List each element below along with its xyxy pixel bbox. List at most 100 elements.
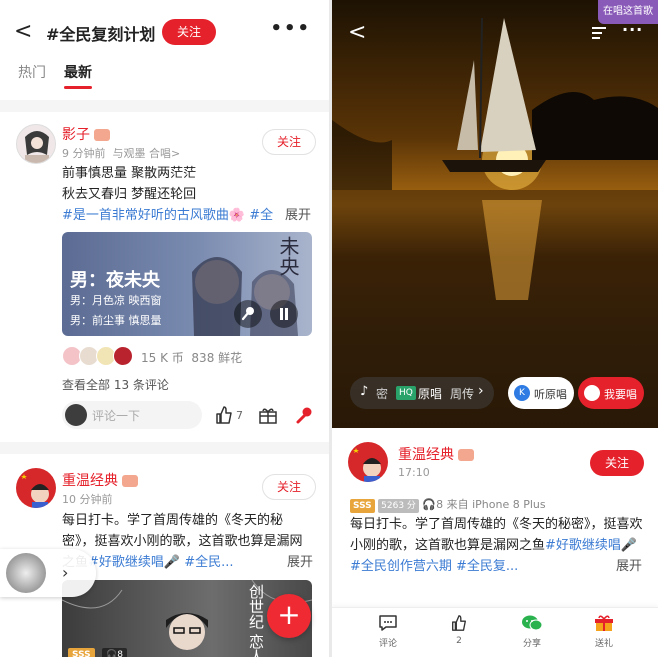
card-art-text: 未央 [276, 236, 300, 276]
avatar[interactable] [348, 442, 388, 482]
video-player[interactable]: < 在唱这首歌 ··· ♪ 密 HQ 原唱 周传 › K 听原唱 我要唱 [332, 0, 658, 428]
card-lyric: 男：月色凉 映西窗 [70, 294, 162, 307]
post-text: 每日打卡。学了首周传雄的《冬天的秘密》，挺喜欢小刚的歌，这首歌也算是漏网之鱼#好… [350, 517, 643, 574]
post-text: 每日打卡。学了首周传雄的《冬天的秘密》，挺喜欢小刚的歌，这首歌也算是漏网之鱼#好… [62, 513, 303, 570]
like-tab[interactable]: 2 [439, 614, 479, 646]
post-tags: #是一首非常好听的古风歌曲🌸 #全 [62, 205, 317, 226]
share-label: 分享 [522, 639, 541, 649]
singer-name: 周传 [450, 387, 475, 401]
comment-placeholder: 评论一下 [92, 409, 141, 423]
feed-header: < #全民复刻计划 关注 ••• [0, 0, 329, 62]
tab-hot[interactable]: 热门 [18, 62, 46, 82]
feed-panel: < #全民复刻计划 关注 ••• 热门 最新 影子 9 分钟前 与观墨 合唱> … [0, 0, 329, 657]
create-post-button[interactable]: + [267, 594, 311, 638]
feed-post: 影子 9 分钟前 与观墨 合唱> 关注 前事慎思量 聚散两茫茫 秋去又春归 梦醒… [0, 112, 329, 442]
post-detail: 重温经典 17:10 关注 SSS 5263 分 🎧8 来自 iPhone 8 … [332, 428, 658, 611]
comment-tab[interactable]: 评论 [368, 614, 408, 649]
hashtag-link[interactable]: #好歌继续唱🎤 #全民... [88, 555, 234, 570]
listen-original-button[interactable]: K 听原唱 [508, 377, 574, 409]
more-icon[interactable]: ··· [622, 20, 643, 39]
avatar[interactable] [16, 468, 56, 508]
mini-player[interactable]: › [0, 549, 96, 597]
follow-button[interactable]: 关注 [262, 474, 316, 500]
duet-link[interactable]: 与观墨 合唱> [113, 147, 181, 160]
sing-button[interactable]: 我要唱 [578, 377, 644, 409]
score-badge: SSS [68, 648, 95, 657]
pause-icon[interactable] [270, 300, 298, 328]
chevron-right-icon[interactable]: › [62, 563, 68, 582]
listen-original-label: 听原唱 [534, 388, 567, 401]
gift-icon[interactable] [258, 405, 278, 429]
hq-badge: HQ [396, 386, 416, 400]
headphones-icon: 🎧 [422, 498, 437, 511]
tab-latest[interactable]: 最新 [64, 62, 92, 82]
vip-badge-icon [94, 129, 110, 141]
page-title: #全民复刻计划 [46, 25, 156, 44]
like-button[interactable]: 7 [214, 405, 243, 429]
more-icon[interactable]: ••• [270, 18, 311, 39]
avatar [65, 404, 87, 426]
gift-icon [595, 615, 613, 631]
thumbs-up-icon [216, 406, 232, 424]
avatar[interactable] [16, 124, 56, 164]
follow-button[interactable]: 关注 [262, 129, 316, 155]
hashtag-link[interactable]: #好歌继续唱 [545, 538, 621, 553]
username[interactable]: 重温经典 [398, 444, 474, 464]
divider [0, 100, 329, 112]
vip-badge-icon [458, 449, 474, 461]
mic-icon[interactable] [234, 300, 262, 328]
comment-icon [379, 615, 397, 631]
expand-link[interactable]: 展开 [614, 556, 643, 577]
back-button[interactable]: < [348, 20, 366, 45]
follow-topic-button[interactable]: 关注 [162, 19, 216, 45]
gift-tab[interactable]: 送礼 [584, 614, 624, 649]
post-time: 10 分钟前 [62, 493, 113, 506]
expand-link[interactable]: 展开 [285, 205, 312, 226]
album-cover [6, 553, 46, 593]
like-count: 7 [236, 409, 243, 422]
sing-icon [584, 385, 600, 401]
share-tab[interactable]: 分享 [512, 614, 552, 649]
comment-input[interactable]: 评论一下 [62, 401, 202, 429]
song-name: 密 [376, 387, 389, 401]
song-info-chip[interactable]: ♪ 密 HQ 原唱 周传 › [350, 377, 494, 409]
chevron-right-icon: › [478, 383, 484, 399]
post-meta: 9 分钟前 与观墨 合唱> [62, 147, 181, 160]
comment-label: 评论 [378, 639, 397, 649]
post-text-line: 前事慎思量 聚散两茫茫 [62, 166, 197, 181]
sing-icon[interactable] [294, 405, 314, 429]
card-art-text: 创世纪 恋人 [247, 584, 265, 657]
thumbs-up-icon [452, 615, 466, 631]
score-value: 5263 分 [378, 499, 419, 513]
playlist-icon[interactable] [592, 25, 610, 44]
music-note-icon: ♪ [360, 384, 369, 399]
card-title: 男：夜未央 [70, 270, 160, 291]
gifter-avatars[interactable] [62, 346, 138, 368]
view-comments-link[interactable]: 查看全部 13 条评论 [62, 376, 169, 393]
post-time: 17:10 [398, 466, 430, 479]
gift-stats: 15 K 币 838 鲜花 [141, 351, 243, 365]
hashtag-link[interactable]: #是一首非常好听的古风歌曲🌸 #全 [62, 208, 273, 223]
tab-bar: 热门 最新 [0, 62, 329, 100]
listen-count: 8 [436, 498, 444, 511]
bottom-action-bar: 评论 2 分享 送礼 [332, 607, 658, 657]
follow-button[interactable]: 关注 [590, 450, 644, 476]
score-row: SSS 5263 分 🎧8 来自 iPhone 8 Plus [350, 496, 546, 513]
original-label: 原唱 [418, 387, 443, 401]
divider [0, 442, 329, 454]
like-count: 2 [456, 636, 462, 646]
expand-link[interactable]: 展开 [285, 552, 314, 573]
listen-count: 🎧8 [102, 648, 127, 657]
sing-label: 我要唱 [604, 388, 637, 401]
card-lyric: 男：前尘事 慎思量 [70, 314, 162, 327]
username[interactable]: 影子 [62, 124, 110, 144]
wechat-icon [522, 615, 543, 631]
username[interactable]: 重温经典 [62, 470, 138, 490]
post-text-line: 秋去又春归 梦醒还轮回 [62, 187, 197, 202]
k-icon: K [514, 385, 530, 401]
device-label: 来自 iPhone 8 Plus [446, 498, 546, 511]
back-button[interactable]: < [14, 21, 32, 43]
song-card[interactable]: 未央 男：夜未央 男：月色凉 映西窗 男：前尘事 慎思量 [62, 232, 312, 336]
tab-indicator [64, 86, 92, 89]
score-badge: SSS [350, 499, 375, 513]
